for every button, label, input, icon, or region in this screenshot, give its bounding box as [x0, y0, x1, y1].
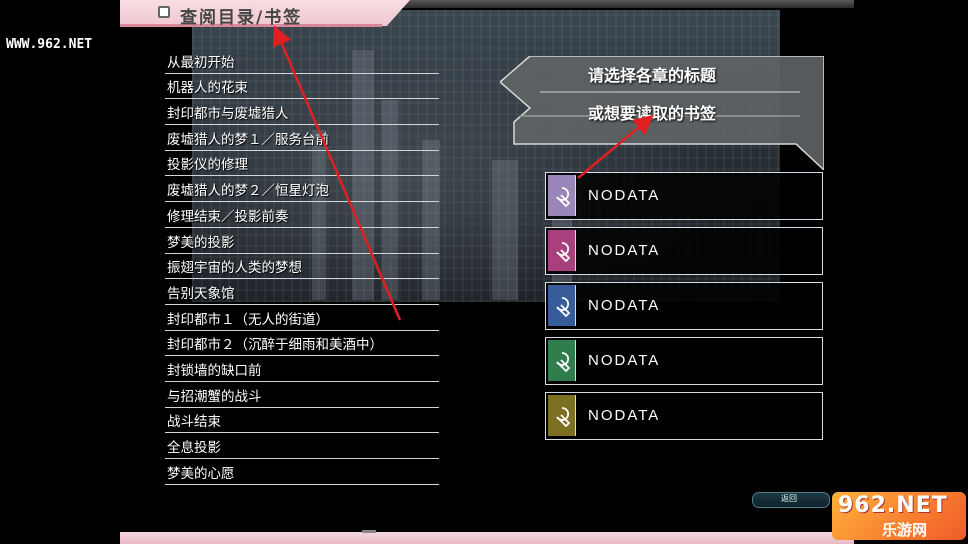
- chapter-title: 从最初开始: [167, 54, 235, 71]
- chapter-item[interactable]: 废墟猎人的梦１／服务台前: [165, 125, 439, 151]
- clip-pen-icon: [556, 297, 571, 318]
- chapter-title: 梦美的投影: [167, 234, 235, 251]
- bookmark-slot[interactable]: NODATA: [545, 282, 823, 330]
- watermark-text: WWW.962.NET: [6, 37, 93, 52]
- bookmark-slot-label: NODATA: [588, 352, 661, 369]
- chapter-title: 封锁墙的缺口前: [167, 362, 262, 379]
- square-icon: [158, 6, 170, 18]
- instruction-line-1: 请选择各章的标题: [587, 66, 716, 85]
- chapter-item[interactable]: 与招潮蟹的战斗: [165, 382, 439, 408]
- bookmark-color-swatch: [548, 285, 576, 326]
- chapter-item[interactable]: 修理结束／投影前奏: [165, 202, 439, 228]
- clip-pen-icon: [556, 242, 571, 263]
- chapter-title: 废墟猎人的梦２／恒星灯泡: [167, 183, 329, 200]
- chapter-title: 机器人的花束: [167, 80, 248, 97]
- bookmark-slot-label: NODATA: [588, 187, 661, 204]
- page-title: 查阅目录/书签: [180, 8, 303, 28]
- bookmark-slot-label: NODATA: [588, 297, 661, 314]
- chapter-title: 封印都市１（无人的街道）: [167, 311, 329, 328]
- bookmark-slot[interactable]: NODATA: [545, 392, 823, 440]
- chapter-item[interactable]: 废墟猎人的梦２／恒星灯泡: [165, 176, 439, 203]
- chapter-item[interactable]: 战斗结束: [165, 408, 439, 434]
- chapter-item[interactable]: 从最初开始: [165, 48, 439, 74]
- site-logo-badge: 962.NET 乐游网: [832, 492, 966, 540]
- site-logo-text: 962.NET: [838, 493, 948, 518]
- chapter-title: 封印都市与废墟猎人: [167, 106, 289, 123]
- chapter-title: 封印都市２（沉醉于细雨和美酒中）: [167, 337, 383, 354]
- chapter-title: 修理结束／投影前奏: [167, 208, 289, 225]
- chapter-title: 全息投影: [167, 440, 221, 456]
- bottom-stripe: [120, 532, 854, 544]
- chapter-item[interactable]: 封锁墙的缺口前: [165, 356, 439, 382]
- bookmark-color-swatch: [548, 340, 576, 381]
- chapter-title: 废墟猎人的梦１／服务台前: [167, 131, 329, 148]
- bookmark-slot[interactable]: NODATA: [545, 172, 823, 220]
- bookmark-color-swatch: [548, 175, 576, 216]
- chapter-list: 从最初开始机器人的花束封印都市与废墟猎人废墟猎人的梦１／服务台前 投影仪的修理废墟…: [165, 48, 439, 485]
- site-logo-subtext: 乐游网: [882, 521, 928, 539]
- chapter-title: 投影仪的修理: [167, 157, 248, 174]
- chapter-item[interactable]: 机器人的花束: [165, 74, 439, 100]
- chapter-item[interactable]: 全息投影: [165, 433, 439, 459]
- chapter-item[interactable]: 告别天象馆: [165, 279, 439, 305]
- chapter-item[interactable]: 封印都市１（无人的街道）: [165, 305, 439, 331]
- clip-pen-icon: [556, 352, 571, 373]
- bookmark-color-swatch: [548, 395, 576, 436]
- chapter-title: 告别天象馆: [167, 285, 235, 302]
- chapter-title: 梦美的心愿: [167, 465, 235, 482]
- right-letterbox: [853, 0, 968, 544]
- chapter-item[interactable]: 梦美的投影: [165, 228, 439, 254]
- instruction-line-2: 或想要读取的书签: [587, 104, 716, 123]
- bookmark-slot[interactable]: NODATA: [545, 337, 823, 385]
- chapter-item[interactable]: 封印都市与废墟猎人: [165, 99, 439, 126]
- bookmark-slot[interactable]: NODATA: [545, 227, 823, 275]
- clip-pen-icon: [556, 187, 571, 208]
- chapter-title: 振翅宇宙的人类的梦想: [167, 260, 302, 277]
- clip-pen-icon: [556, 407, 571, 428]
- chapter-item[interactable]: 投影仪的修理: [165, 151, 439, 177]
- bookmark-slot-label: NODATA: [588, 407, 661, 424]
- chapter-title: 与招潮蟹的战斗: [167, 388, 262, 405]
- chapter-item[interactable]: 振翅宇宙的人类的梦想: [165, 254, 439, 280]
- bottom-marker: [362, 530, 376, 533]
- bookmark-color-swatch: [548, 230, 576, 271]
- left-letterbox: [0, 0, 120, 544]
- return-button[interactable]: 返回: [752, 492, 830, 508]
- chapter-item[interactable]: 封印都市２（沉醉于细雨和美酒中）: [165, 331, 439, 357]
- bookmark-slot-label: NODATA: [588, 242, 661, 259]
- chapter-item[interactable]: 梦美的心愿: [165, 459, 439, 485]
- chapter-title: 战斗结束: [167, 414, 221, 431]
- top-band: [390, 0, 854, 8]
- return-button-label: 返回: [781, 494, 797, 503]
